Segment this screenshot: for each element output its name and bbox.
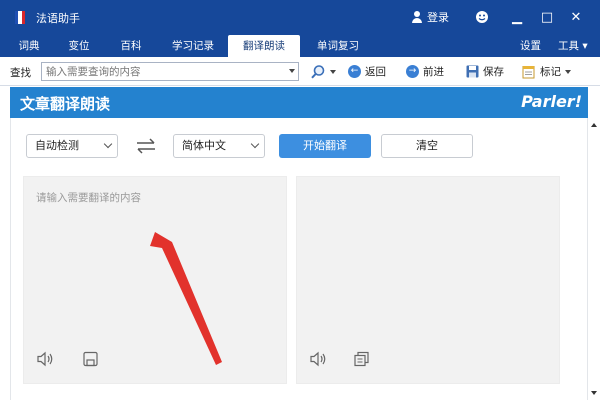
chevron-down-icon — [250, 139, 260, 149]
tools-menu[interactable]: 工具 ▾ — [558, 35, 588, 57]
translate-panel: 自动检测 简体中文 开始翻译 清空 — [10, 118, 588, 400]
forward-arrow-icon: → — [406, 65, 419, 78]
back-button[interactable]: ← 返回 — [348, 62, 386, 81]
maximize-button[interactable]: □ — [538, 8, 556, 26]
parler-logo: Parler! — [521, 92, 582, 111]
login-button[interactable]: 登录 — [411, 9, 449, 25]
toolbar: 查找 ← 返回 → 前进 保存 标记 — [0, 57, 600, 86]
feature-banner: 文章翻译朗读 Parler! — [10, 87, 588, 118]
forward-label: 前进 — [423, 66, 444, 78]
search-label: 查找 — [10, 67, 31, 79]
source-language-select[interactable]: 自动检测 — [26, 134, 118, 158]
start-translate-button[interactable]: 开始翻译 — [279, 134, 371, 158]
scrollbar[interactable] — [590, 118, 598, 400]
speaker-icon[interactable] — [309, 351, 327, 367]
user-icon — [411, 11, 423, 23]
app-flag-icon — [15, 11, 25, 24]
search-box — [41, 62, 299, 81]
copy-icon[interactable] — [353, 351, 371, 367]
tab-bar: 词典 变位 百科 学习记录 翻译朗读 单词复习 设置 工具 ▾ — [0, 35, 600, 57]
search-input[interactable] — [42, 63, 282, 80]
bookmark-caret-icon — [565, 69, 571, 74]
tab-encyclopedia[interactable]: 百科 — [110, 35, 152, 57]
scroll-up-icon[interactable] — [591, 123, 597, 127]
bookmark-label: 标记 — [540, 66, 561, 78]
tab-word-review[interactable]: 单词复习 — [306, 35, 370, 57]
search-options-caret-icon — [330, 69, 336, 74]
speaker-icon[interactable] — [36, 351, 54, 367]
target-language-select[interactable]: 简体中文 — [173, 134, 265, 158]
title-bar: 法语助手 登录 ▁ □ ✕ — [0, 0, 600, 35]
bookmark-button[interactable]: 标记 — [522, 62, 571, 81]
result-text-pane — [296, 176, 560, 384]
source-text-pane — [23, 176, 287, 384]
back-arrow-icon: ← — [348, 65, 361, 78]
scroll-down-icon[interactable] — [591, 391, 597, 395]
forward-button[interactable]: → 前进 — [406, 62, 444, 81]
save-label: 保存 — [483, 66, 504, 78]
search-dropdown-icon[interactable] — [289, 69, 295, 73]
source-language-value: 自动检测 — [35, 139, 79, 152]
back-label: 返回 — [365, 66, 386, 78]
smiley-icon[interactable] — [473, 8, 491, 26]
save-text-icon[interactable] — [82, 351, 100, 367]
source-text-input[interactable] — [24, 177, 286, 337]
tab-dictionary[interactable]: 词典 — [8, 35, 50, 57]
app-title: 法语助手 — [36, 12, 80, 25]
login-label: 登录 — [427, 11, 449, 24]
close-button[interactable]: ✕ — [567, 8, 585, 26]
notepad-icon — [522, 65, 535, 78]
minimize-button[interactable]: ▁ — [508, 8, 526, 26]
floppy-icon — [466, 65, 479, 78]
tab-study-record[interactable]: 学习记录 — [162, 35, 224, 57]
tab-translate-read[interactable]: 翻译朗读 — [228, 35, 300, 57]
clear-button[interactable]: 清空 — [381, 134, 473, 158]
chevron-down-icon — [103, 139, 113, 149]
settings-menu[interactable]: 设置 — [520, 35, 541, 57]
magnifier-icon — [311, 64, 325, 78]
tab-conjugation[interactable]: 变位 — [58, 35, 100, 57]
search-button[interactable] — [310, 62, 336, 81]
swap-languages-icon[interactable] — [135, 138, 157, 154]
target-language-value: 简体中文 — [182, 139, 226, 152]
save-button[interactable]: 保存 — [466, 62, 504, 81]
banner-title: 文章翻译朗读 — [20, 95, 111, 113]
